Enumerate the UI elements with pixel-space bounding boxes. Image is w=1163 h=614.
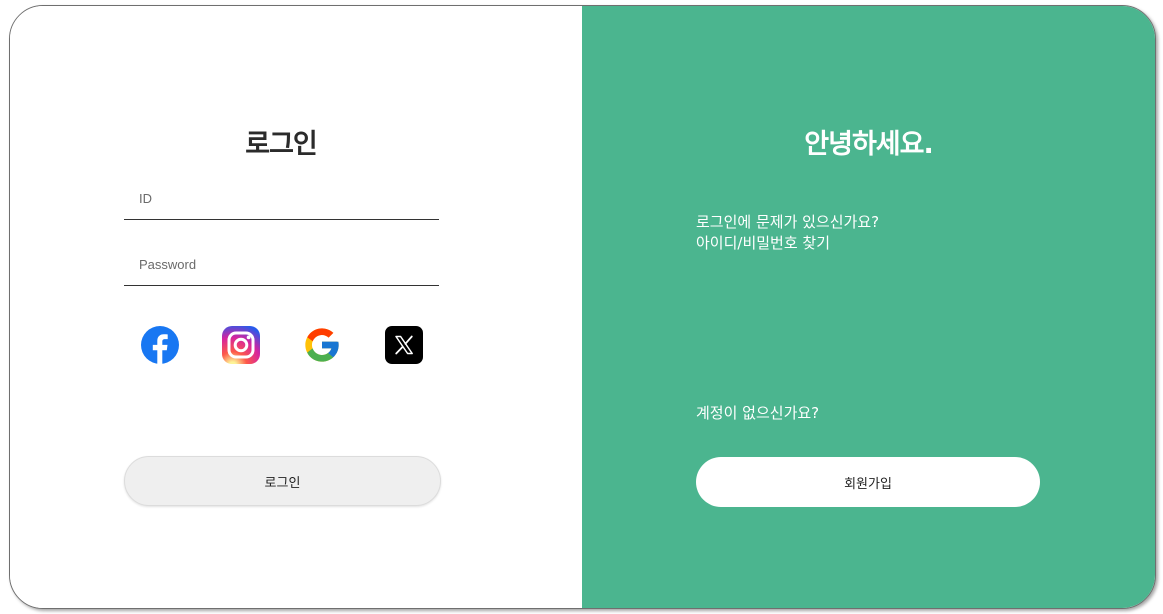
login-title: 로그인 [245,129,318,160]
facebook-login-button[interactable] [140,325,180,365]
id-input[interactable] [124,177,439,219]
login-button[interactable]: 로그인 [124,456,441,506]
google-login-button[interactable] [302,325,342,365]
x-icon [385,326,423,364]
facebook-icon [141,326,179,364]
welcome-title: 안녕하세요. [804,129,933,160]
help-question: 로그인에 문제가 있으신가요? [696,213,880,231]
signup-button[interactable]: 회원가입 [696,457,1040,507]
instagram-login-button[interactable] [221,325,261,365]
x-login-button[interactable] [384,325,424,365]
instagram-icon [222,326,260,364]
find-account-link[interactable]: 아이디/비밀번호 찾기 [696,233,879,254]
help-text-block: 로그인에 문제가 있으신가요? 아이디/비밀번호 찾기 [696,212,879,254]
google-icon [305,328,339,362]
password-field-wrapper [124,243,439,286]
password-input[interactable] [124,243,439,285]
no-account-text: 계정이 없으신가요? [696,404,820,422]
welcome-panel: 안녕하세요. 로그인에 문제가 있으신가요? 아이디/비밀번호 찾기 계정이 없… [582,6,1155,608]
id-field-wrapper [124,177,439,220]
login-panel: 로그인 ID 로그인 [10,6,582,608]
login-card: 로그인 ID 로그인 안녕하세요. 로그인에 문제가 있으신가요? 아이디/비밀… [9,5,1156,609]
